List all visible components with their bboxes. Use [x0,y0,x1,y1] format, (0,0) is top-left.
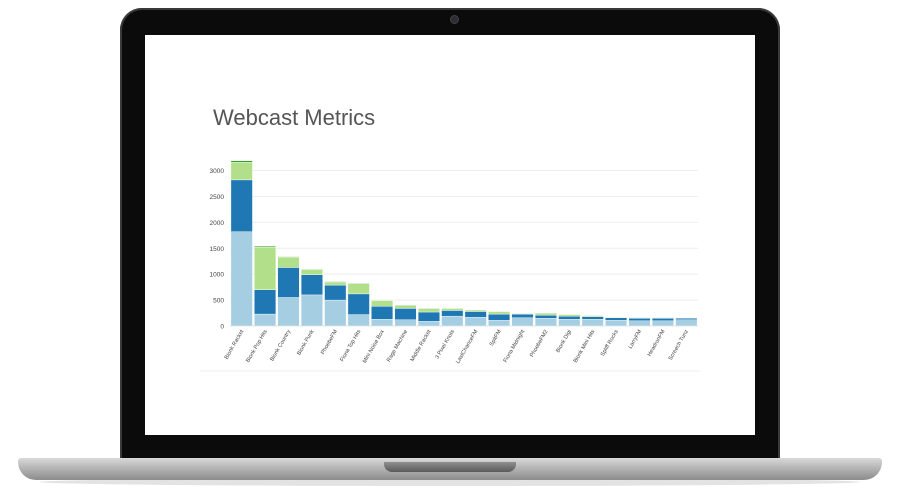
laptop-screen: Webcast Metrics 0 500 1000 1500 2000 2500 3000… [145,35,755,435]
bar-segment [417,321,440,327]
bar-segment [511,317,534,327]
bar-segment [277,256,300,258]
bar-segment [300,274,323,296]
bar-segment [371,306,394,320]
bar-segment [300,268,323,270]
bar-segment [277,267,300,298]
bar-segment [581,319,604,327]
bar-segment [347,282,370,284]
bar-segment [581,316,604,320]
bar-segment [347,293,370,315]
bar-segment [441,310,464,317]
x-tick-label: Bionk Punk [296,329,315,357]
y-tick-label: 3000 [210,168,225,175]
x-tick-label: SpitFM [489,329,503,348]
bar-segment [324,281,347,286]
bar-segment [347,283,370,295]
bar-segment [534,312,557,316]
bar-segment [417,308,440,313]
bar-segment [605,320,628,327]
x-tick-label: Bionk Country [269,329,292,363]
bar-segment [675,318,698,320]
bar-segment [394,308,417,320]
y-tick-label: 2500 [210,194,225,201]
bar-segment [464,316,487,327]
x-tick-label: Bionk Digi [555,329,573,354]
x-tick-label: Fiona Top Hits [339,329,362,363]
bar-segment [605,317,628,321]
x-tick-label: Screech Tunz [668,329,690,362]
bar-segment [254,245,277,248]
y-tick-label: 1500 [210,246,225,253]
bar-segment [394,319,417,327]
x-tick-label: Bionk Mini Hits [573,329,597,364]
bar-segment [511,313,534,318]
bar-segment [230,162,253,181]
bar-segment [324,299,347,327]
bar-segment [558,315,581,320]
bar-segment [441,315,464,327]
bar-segment [464,311,487,318]
bar-segment [558,319,581,327]
x-tick-label: Mini Noise Box [362,329,386,364]
x-tick-label: Middle Racket [410,329,433,363]
x-tick-label: Spliff Rocks [600,329,620,358]
bar-segment [488,311,511,315]
bar-segment [254,313,277,327]
bar-segment [300,294,323,327]
y-tick-label: 0 [220,324,224,331]
bar-segment [371,300,394,307]
x-tick-label: LastChanceFM [455,329,479,365]
laptop-opening-notch [384,462,516,472]
bar-segment [230,160,253,163]
bar-segment [441,308,464,311]
y-tick-label: 500 [213,298,224,305]
bar-segment [534,318,557,327]
bar-segment [230,179,253,232]
bar-segment [394,305,417,309]
bar-segment [488,313,511,321]
bar-segment [254,247,277,290]
y-tick-label: 1000 [210,272,225,279]
bar-segment [324,284,347,301]
bar-segment [230,231,253,327]
x-tick-label: Rage Machine [386,329,409,363]
bar-segment [558,314,581,317]
bar-segment [534,314,557,319]
bar-segment [651,320,674,327]
bar-segment [324,281,347,283]
bar-segment [651,318,674,322]
x-tick-label: LarryFM [628,329,644,350]
x-tick-label: Fiona Midnight [503,329,527,364]
x-tick-label: 3 Pixel Knots [435,329,457,360]
bar-segment [300,269,323,275]
x-tick-label: Bionk Racket [224,329,246,361]
bar-segment [417,311,440,322]
webcam-icon [450,15,459,24]
bar-segment [254,289,277,315]
bar-segment [628,320,651,327]
webcast-metrics-chart: 050010001500200025003000Bionk Racket Bion… [200,160,700,372]
bar-segment [277,297,300,327]
bar-segment [347,314,370,327]
bar-segment [277,256,300,268]
x-tick-label: PhoebeFM [320,329,339,356]
bar-segment [675,319,698,327]
bar-segment [628,318,651,322]
bar-segment [464,309,487,312]
x-tick-label: PhoebeFM2 [529,329,549,358]
bar-segment [488,320,511,327]
y-tick-label: 2000 [210,220,225,227]
x-tick-label: Bionk Pop Hits [245,329,269,364]
x-tick-label: HeadronFM [647,329,667,358]
bar-segment [371,319,394,327]
